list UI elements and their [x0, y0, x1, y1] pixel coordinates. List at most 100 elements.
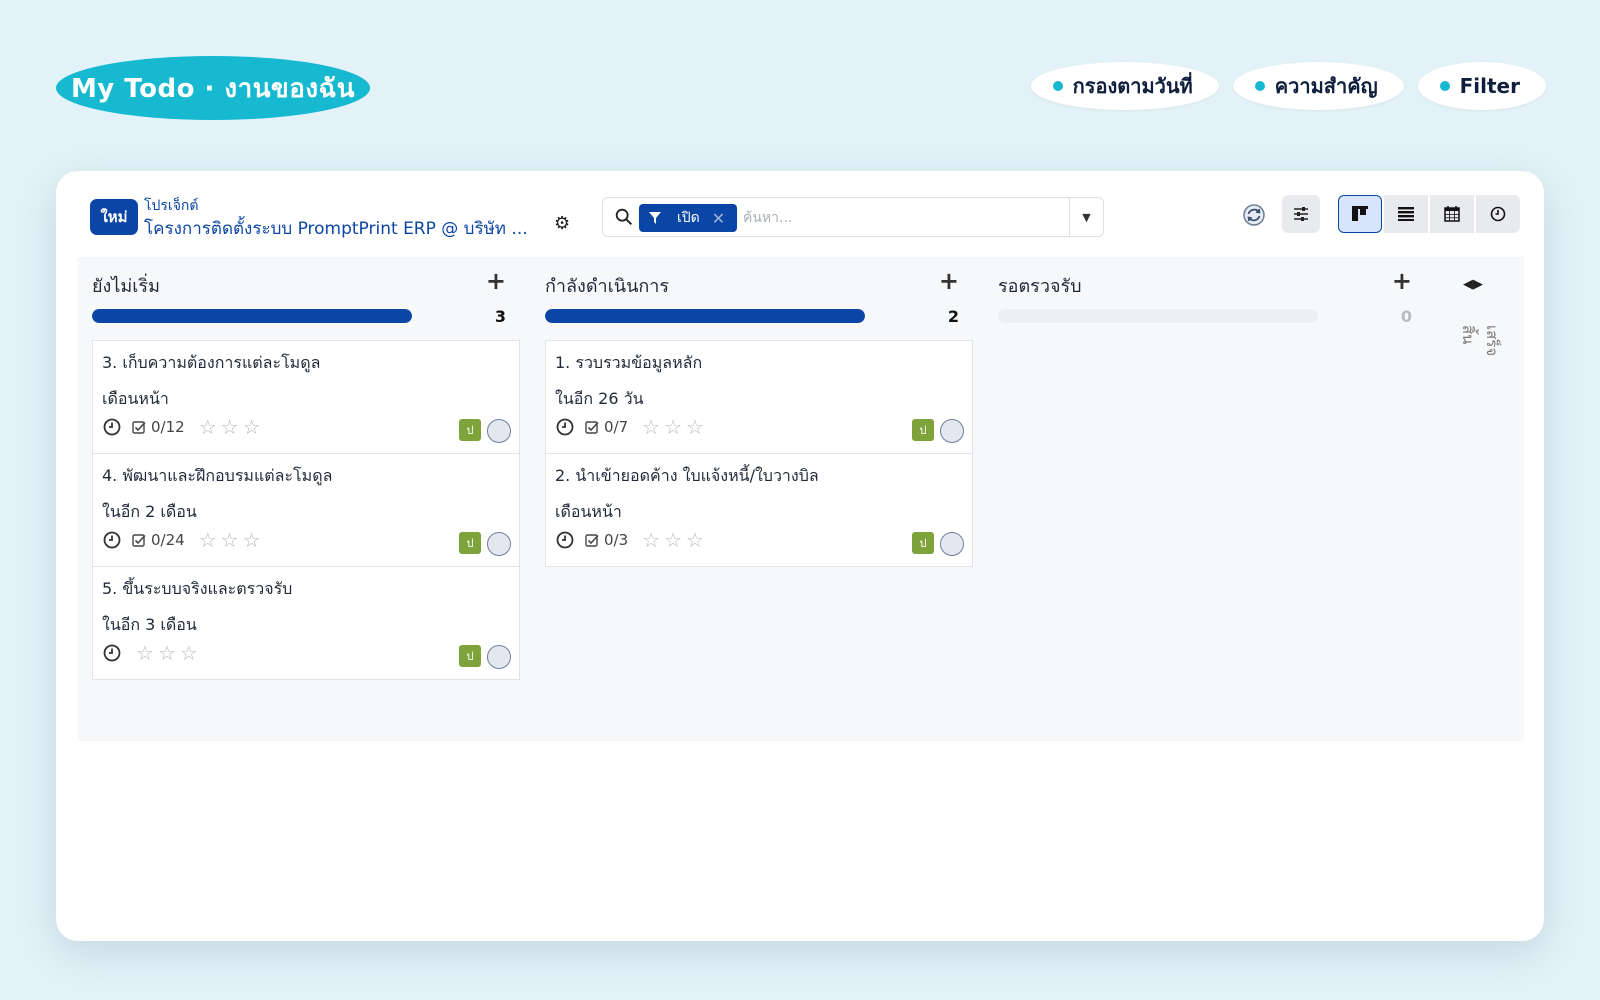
priority-stars[interactable]: ☆ ☆ ☆ — [642, 417, 704, 437]
activity-clock-icon[interactable] — [102, 643, 122, 663]
kanban-board: ยังไม่เริ่ม + 3 3. เก็บความต้องการแต่ละโ… — [78, 257, 1524, 741]
gear-icon[interactable]: ⚙ — [554, 213, 570, 234]
checklist-progress: 0/3 — [585, 531, 628, 549]
task-deadline: ในอีก 2 เดือน — [102, 502, 197, 521]
caret-down-icon: ▼ — [1082, 210, 1091, 224]
task-card[interactable]: 4. พัฒนาและฝึกอบรมแต่ละโมดูล ในอีก 2 เดื… — [92, 453, 520, 567]
assignee-avatar[interactable] — [487, 532, 511, 556]
search-facet[interactable]: เปิด ✕ — [639, 204, 737, 232]
quick-create-icon[interactable]: + — [1392, 267, 1412, 295]
card-list: 1. รวบรวมข้อมูลหลัก ในอีก 26 วัน 0/7 ☆ ☆… — [545, 340, 973, 567]
task-title: 3. เก็บความต้องการแต่ละโมดูล — [102, 353, 321, 372]
assignee-avatar[interactable] — [940, 419, 964, 443]
task-card[interactable]: 1. รวบรวมข้อมูลหลัก ในอีก 26 วัน 0/7 ☆ ☆… — [545, 340, 973, 454]
list-view-button[interactable] — [1384, 195, 1428, 233]
filter-label: ความสำคัญ — [1274, 74, 1378, 98]
star-icon[interactable]: ☆ — [686, 417, 704, 437]
star-icon[interactable]: ☆ — [199, 417, 217, 437]
star-icon[interactable]: ☆ — [642, 530, 660, 550]
checkbox-icon — [585, 533, 599, 547]
folded-column[interactable]: ◀▶ เสร็จสิ้น — [1458, 277, 1501, 356]
kanban-icon — [1352, 206, 1368, 221]
folded-column-label: เสร็จสิ้น — [1459, 325, 1501, 357]
task-deadline: ในอีก 26 วัน — [555, 389, 644, 408]
activity-clock-icon[interactable] — [555, 530, 575, 550]
task-card[interactable]: 2. นำเข้ายอดค้าง ใบแจ้งหนี้/ใบวางบิล เดื… — [545, 453, 973, 567]
star-icon[interactable]: ☆ — [221, 417, 239, 437]
sliders-icon — [1294, 207, 1308, 221]
activity-clock-icon[interactable] — [102, 417, 122, 437]
assignee-avatar[interactable] — [940, 532, 964, 556]
task-card[interactable]: 3. เก็บความต้องการแต่ละโมดูล เดือนหน้า 0… — [92, 340, 520, 454]
search-dropdown-toggle[interactable]: ▼ — [1069, 198, 1103, 236]
star-icon[interactable]: ☆ — [664, 417, 682, 437]
activity-view-button[interactable] — [1476, 195, 1520, 233]
star-icon[interactable]: ☆ — [686, 530, 704, 550]
filter-by-date-button[interactable]: กรองตามวันที่ — [1030, 62, 1219, 110]
project-tag: ป — [459, 532, 481, 554]
column-header: รอตรวจรับ + — [984, 257, 1412, 309]
star-icon[interactable]: ☆ — [199, 530, 217, 550]
checklist-progress: 0/7 — [585, 418, 628, 436]
checklist-count: 0/24 — [151, 531, 185, 549]
project-tag: ป — [459, 645, 481, 667]
star-icon[interactable]: ☆ — [642, 417, 660, 437]
star-icon[interactable]: ☆ — [136, 643, 154, 663]
task-title: 1. รวบรวมข้อมูลหลัก — [555, 353, 703, 372]
column-progress-bar[interactable] — [998, 309, 1318, 323]
priority-stars[interactable]: ☆ ☆ ☆ — [136, 643, 198, 663]
page-title: My Todo · งานของฉัน — [56, 56, 370, 120]
checklist-count: 0/12 — [151, 418, 185, 436]
priority-filter-button[interactable]: ความสำคัญ — [1232, 62, 1404, 110]
assignee-avatar[interactable] — [487, 419, 511, 443]
remove-facet-icon[interactable]: ✕ — [712, 209, 725, 228]
activity-clock-icon[interactable] — [102, 530, 122, 550]
star-icon[interactable]: ☆ — [221, 530, 239, 550]
star-icon[interactable]: ☆ — [243, 530, 261, 550]
task-title: 5. ขึ้นระบบจริงและตรวจรับ — [102, 579, 293, 598]
column-title[interactable]: รอตรวจรับ — [998, 271, 1082, 300]
star-icon[interactable]: ☆ — [180, 643, 198, 663]
checklist-count: 0/3 — [604, 531, 629, 549]
breadcrumb-parent[interactable]: โปรเจ็กต์ — [144, 195, 198, 217]
expand-arrows-icon[interactable]: ◀▶ — [1458, 277, 1488, 292]
task-card[interactable]: 5. ขึ้นระบบจริงและตรวจรับ ในอีก 3 เดือน … — [92, 566, 520, 680]
search-input[interactable] — [743, 204, 1053, 232]
kanban-window: ใหม่ โปรเจ็กต์ โครงการติดตั้งระบบ Prompt… — [56, 171, 1544, 941]
activity-clock-icon[interactable] — [555, 417, 575, 437]
filter-funnel-icon — [639, 211, 671, 225]
project-tag: ป — [912, 532, 934, 554]
star-icon[interactable]: ☆ — [664, 530, 682, 550]
kanban-column: กำลังดำเนินการ + 2 1. รวบรวมข้อมูลหลัก ใ… — [531, 257, 973, 567]
quick-create-icon[interactable]: + — [939, 267, 959, 295]
clock-icon — [1490, 206, 1506, 222]
project-tag: ป — [912, 419, 934, 441]
search-icon — [615, 208, 633, 226]
column-progress-bar[interactable] — [545, 309, 865, 323]
priority-stars[interactable]: ☆ ☆ ☆ — [199, 530, 261, 550]
refresh-icon[interactable] — [1240, 201, 1268, 229]
priority-stars[interactable]: ☆ ☆ ☆ — [199, 417, 261, 437]
filter-button[interactable]: Filter — [1417, 62, 1546, 110]
quick-create-icon[interactable]: + — [486, 267, 506, 295]
card-list: 3. เก็บความต้องการแต่ละโมดูล เดือนหน้า 0… — [92, 340, 520, 680]
star-icon[interactable]: ☆ — [158, 643, 176, 663]
new-button[interactable]: ใหม่ — [90, 199, 138, 235]
task-deadline: เดือนหน้า — [102, 389, 169, 408]
assignee-avatar[interactable] — [487, 645, 511, 669]
settings-adjust-button[interactable] — [1282, 195, 1320, 233]
column-progress-bar[interactable] — [92, 309, 412, 323]
kanban-view-button[interactable] — [1338, 195, 1382, 233]
project-tag: ป — [459, 419, 481, 441]
column-title[interactable]: ยังไม่เริ่ม — [92, 271, 160, 300]
calendar-view-button[interactable] — [1430, 195, 1474, 233]
column-count: 3 — [494, 307, 506, 326]
breadcrumb-current: โครงการติดตั้งระบบ PromptPrint ERP @ บริ… — [144, 219, 528, 239]
view-switcher — [1338, 195, 1520, 233]
priority-stars[interactable]: ☆ ☆ ☆ — [642, 530, 704, 550]
column-title[interactable]: กำลังดำเนินการ — [545, 271, 669, 300]
task-title: 4. พัฒนาและฝึกอบรมแต่ละโมดูล — [102, 466, 333, 485]
checkbox-icon — [132, 533, 146, 547]
star-icon[interactable]: ☆ — [243, 417, 261, 437]
dot-icon — [1439, 81, 1450, 91]
